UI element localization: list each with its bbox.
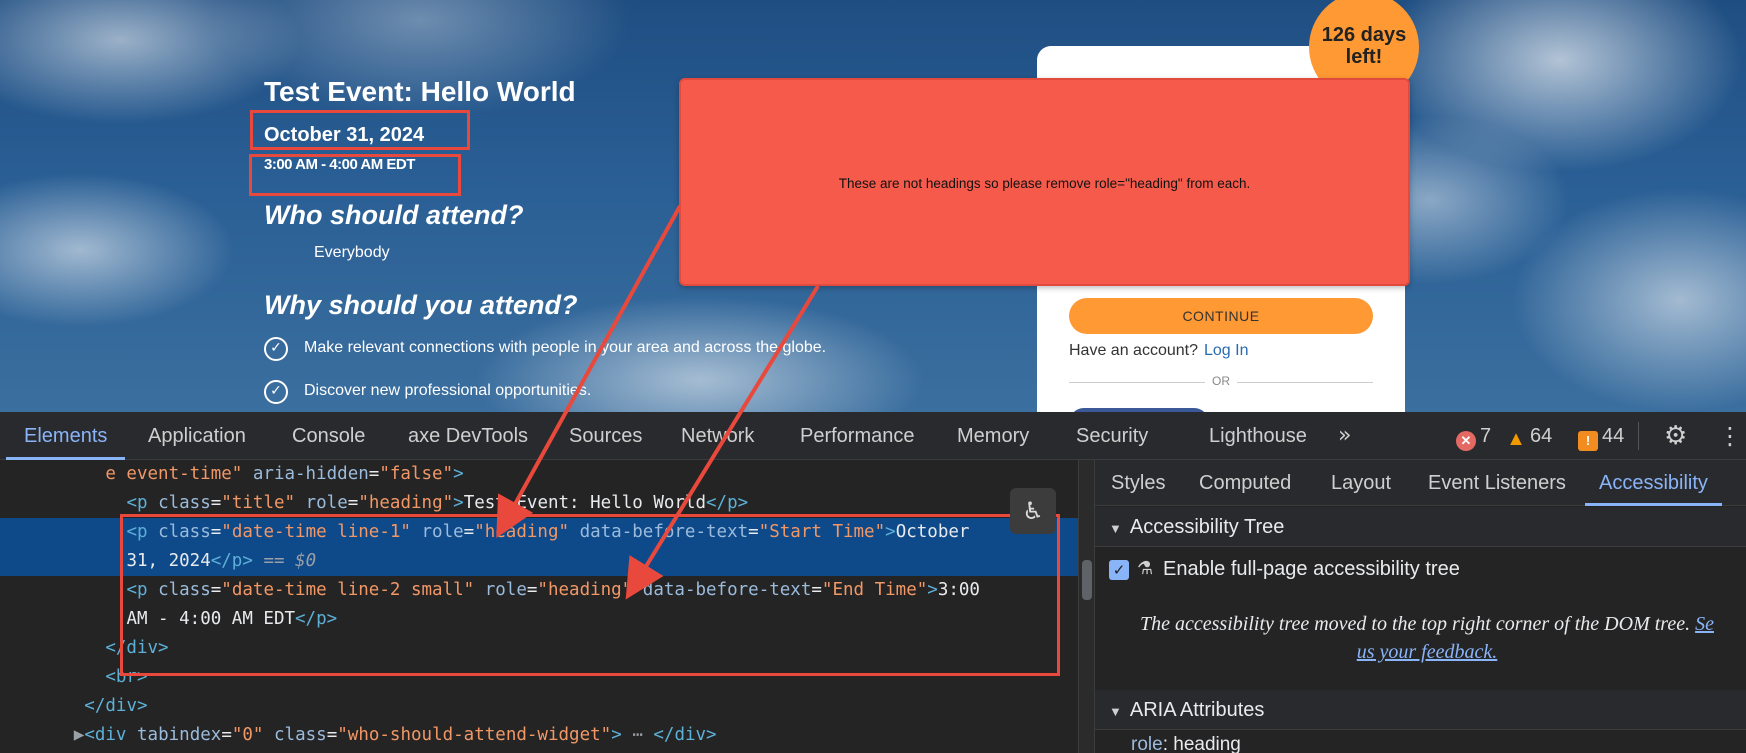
- aria-role-row[interactable]: role: heading: [1131, 734, 1241, 753]
- feedback-link[interactable]: Se: [1695, 613, 1714, 635]
- toolbar-divider: [1638, 422, 1639, 450]
- aria-attributes-header: ARIA Attributes: [1129, 699, 1265, 721]
- event-title: Test Event: Hello World: [264, 76, 576, 107]
- tab-computed[interactable]: Computed: [1199, 460, 1291, 506]
- dom-line[interactable]: </div>: [0, 692, 1078, 721]
- accessibility-person-icon[interactable]: ♿: [1010, 488, 1056, 534]
- enable-tree-checkbox[interactable]: ✓: [1109, 560, 1129, 580]
- tab-network[interactable]: Network: [681, 412, 754, 460]
- issue-count[interactable]: ! 44: [1578, 412, 1624, 460]
- warning-count-value: 64: [1530, 425, 1553, 447]
- tab-accessibility[interactable]: Accessibility: [1585, 460, 1722, 506]
- accessibility-tree-note: The accessibility tree moved to the top …: [1107, 610, 1746, 666]
- error-count-value: 7: [1480, 425, 1492, 447]
- side-tab-bar: Styles Computed Layout Event Listeners A…: [1095, 460, 1746, 506]
- more-tabs-icon[interactable]: »: [1338, 412, 1351, 460]
- aria-attributes-section[interactable]: ▼ ARIA Attributes: [1095, 690, 1746, 730]
- annotation-callout: These are not headings so please remove …: [679, 78, 1410, 286]
- elements-dom-tree[interactable]: e event-time" aria-hidden="false"> <p cl…: [0, 460, 1078, 753]
- issue-count-value: 44: [1602, 425, 1625, 447]
- flask-icon: ⚗: [1137, 558, 1154, 579]
- who-should-attend-body: Everybody: [314, 244, 390, 261]
- warning-icon: ▲: [1506, 428, 1526, 450]
- tab-performance[interactable]: Performance: [800, 412, 915, 460]
- reason-item: Discover new professional opportunities.: [304, 382, 592, 399]
- or-divider: OR: [1069, 374, 1373, 390]
- have-account-text: Have an account? Log In: [1069, 342, 1248, 360]
- dom-line[interactable]: ▶<div tabindex="0" class="who-should-att…: [0, 721, 1078, 750]
- tab-application[interactable]: Application: [148, 412, 246, 460]
- tab-memory[interactable]: Memory: [957, 412, 1029, 460]
- who-should-attend-heading: Who should attend?: [264, 200, 524, 230]
- tab-security[interactable]: Security: [1076, 412, 1148, 460]
- tab-event-listeners[interactable]: Event Listeners: [1428, 460, 1566, 506]
- accessibility-tree-section[interactable]: ▼ Accessibility Tree: [1095, 507, 1746, 547]
- check-icon: ✓: [264, 337, 288, 361]
- enable-tree-label: Enable full-page accessibility tree: [1163, 558, 1460, 580]
- have-account-label: Have an account?: [1069, 342, 1198, 359]
- issue-icon: !: [1578, 431, 1598, 451]
- tab-layout[interactable]: Layout: [1331, 460, 1391, 506]
- dom-line[interactable]: e event-time" aria-hidden="false">: [0, 460, 1078, 489]
- warning-count[interactable]: ▲ 64: [1506, 412, 1552, 460]
- kebab-menu-icon[interactable]: ⋮: [1718, 412, 1742, 460]
- days-left-text: 126 days left!: [1321, 24, 1407, 68]
- tab-lighthouse[interactable]: Lighthouse: [1209, 412, 1307, 460]
- devtools-side-panel: Styles Computed Layout Event Listeners A…: [1094, 460, 1746, 753]
- devtools-tab-bar: Elements Application Console axe DevTool…: [0, 412, 1746, 460]
- login-link[interactable]: Log In: [1204, 342, 1248, 359]
- tab-styles[interactable]: Styles: [1111, 460, 1165, 506]
- why-should-attend-heading: Why should you attend?: [264, 290, 578, 320]
- highlight-box-time: [249, 154, 461, 196]
- collapse-triangle-icon: ▼: [1109, 704, 1122, 719]
- gear-icon[interactable]: ⚙: [1664, 412, 1687, 460]
- aria-value: heading: [1173, 734, 1241, 753]
- tab-elements[interactable]: Elements: [5, 412, 126, 460]
- highlight-box-code: [120, 514, 1060, 676]
- annotation-text: These are not headings so please remove …: [838, 176, 1251, 191]
- webpage-viewport: Test Event: Hello World October 31, 2024…: [0, 0, 1746, 412]
- continue-button[interactable]: CONTINUE: [1069, 298, 1373, 334]
- note-line-1: The accessibility tree moved to the top …: [1140, 613, 1691, 635]
- tab-sources[interactable]: Sources: [569, 412, 642, 460]
- feedback-link-cont[interactable]: us your feedback.: [1357, 641, 1498, 663]
- error-count[interactable]: ✕ 7: [1456, 412, 1491, 460]
- check-icon: ✓: [264, 380, 288, 404]
- scrollbar-thumb[interactable]: [1082, 560, 1092, 600]
- or-label: OR: [1212, 374, 1230, 388]
- tab-console[interactable]: Console: [292, 412, 365, 460]
- reason-item: Make relevant connections with people in…: [304, 339, 827, 356]
- highlight-box-date: [250, 110, 470, 150]
- accessibility-tree-header: Accessibility Tree: [1129, 516, 1285, 538]
- tab-axe-devtools[interactable]: axe DevTools: [408, 412, 528, 460]
- elements-scrollbar[interactable]: [1078, 460, 1094, 753]
- aria-key: role: [1131, 734, 1163, 753]
- error-icon: ✕: [1456, 431, 1476, 451]
- collapse-triangle-icon: ▼: [1109, 521, 1122, 536]
